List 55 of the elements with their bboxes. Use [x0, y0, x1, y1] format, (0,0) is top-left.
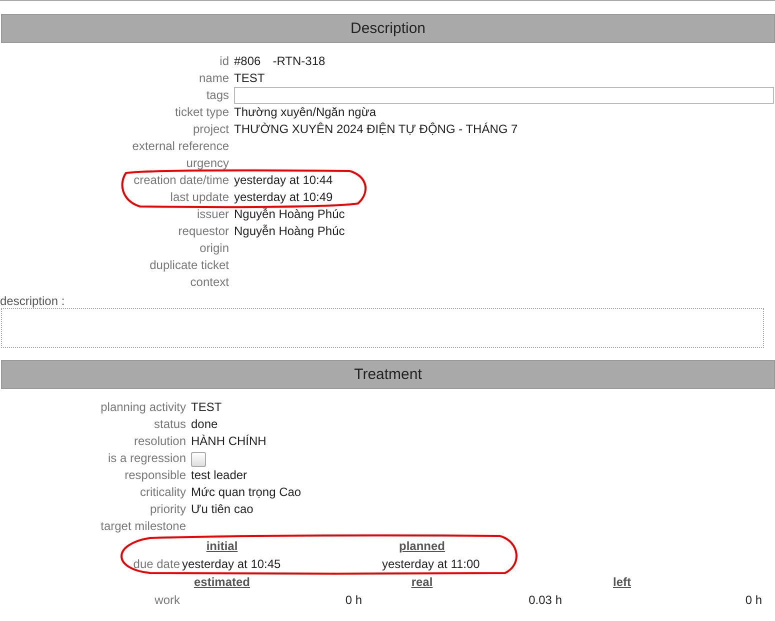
field-label: status: [154, 417, 186, 431]
field-label: duplicate ticket: [150, 258, 229, 272]
ticket-reference: -RTN-318: [272, 54, 326, 68]
field-value: yesterday at 10:44: [234, 173, 333, 187]
field-value: Nguyễn Hoàng Phúc: [234, 224, 345, 238]
field-label: project: [192, 122, 229, 136]
field-label: planning activity: [100, 400, 186, 414]
section-header: Treatment: [1, 360, 775, 389]
field-label: criticality: [140, 485, 186, 499]
work-value: 0 h: [745, 593, 762, 607]
column-header: planned: [398, 538, 446, 555]
column-header: estimated: [192, 574, 252, 591]
field-label: origin: [200, 241, 229, 255]
field-value: TEST: [234, 71, 265, 85]
field-value: TEST: [191, 400, 222, 414]
field-label: creation date/time: [134, 173, 229, 187]
work-value: 0 h: [345, 593, 362, 607]
field-label: due date: [133, 557, 180, 571]
field-label: work: [154, 593, 180, 607]
field-label: tags: [206, 88, 229, 102]
description-text-area[interactable]: [1, 308, 764, 348]
field-value: done: [191, 417, 218, 431]
column-header: initial: [205, 538, 239, 555]
field-label: resolution: [134, 434, 186, 448]
date-value: yesterday at 10:45: [182, 557, 281, 571]
field-label: urgency: [186, 156, 229, 170]
field-value: THƯỜNG XUYÊN 2024 ĐIỆN TỰ ĐỘNG - THÁNG 7: [234, 122, 518, 136]
field-label: issuer: [196, 207, 229, 221]
field-value: HÀNH CHÍNH: [191, 434, 266, 448]
field-label: ticket type: [174, 105, 229, 119]
tags-input-field[interactable]: [234, 87, 774, 104]
field-value: Nguyễn Hoàng Phúc: [234, 207, 345, 221]
field-value: test leader: [191, 468, 248, 482]
section-header: Description: [1, 14, 775, 43]
field-label: context: [190, 275, 229, 289]
field-value: Mức quan trọng Cao: [191, 485, 302, 499]
field-label: responsible: [124, 468, 186, 482]
field-label: last update: [170, 190, 229, 204]
field-label: is a regression: [108, 451, 186, 465]
field-label: external reference: [132, 139, 229, 153]
column-header: real: [410, 574, 434, 591]
column-header: left: [612, 574, 632, 591]
field-value: yesterday at 10:49: [234, 190, 333, 204]
field-label: target milestone: [100, 519, 186, 533]
field-label: priority: [150, 502, 186, 516]
work-value: 0.03 h: [528, 593, 562, 607]
field-label: id: [220, 54, 229, 68]
description-label: description :: [0, 294, 65, 308]
ticket-id: #806: [234, 54, 261, 68]
field-value: Ưu tiên cao: [191, 502, 254, 516]
field-label: requestor: [178, 224, 229, 238]
date-value: yesterday at 11:00: [382, 557, 480, 571]
field-label: name: [198, 71, 229, 85]
checkbox[interactable]: [191, 452, 206, 468]
field-value: Thường xuyên/Ngăn ngừa: [234, 105, 376, 119]
